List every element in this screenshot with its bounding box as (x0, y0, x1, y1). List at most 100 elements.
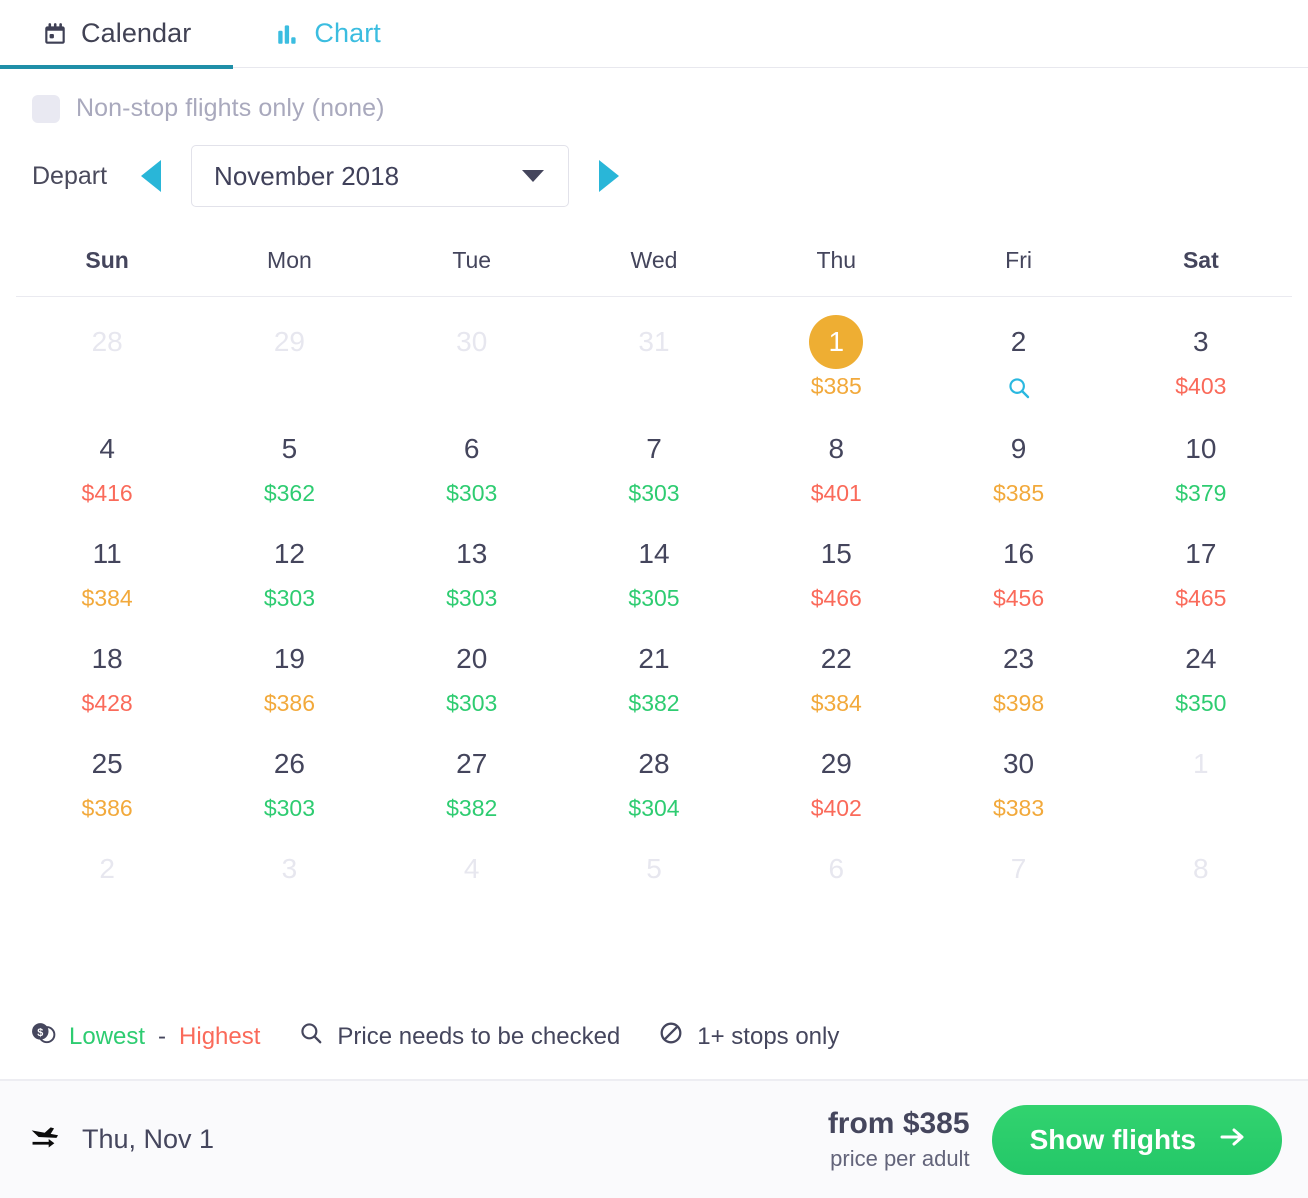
legend-stops: 1+ stops only (658, 1020, 839, 1053)
day-number: 8 (1193, 852, 1209, 884)
calendar-day-cell[interactable]: 8 $401 (745, 412, 927, 517)
search-icon[interactable] (1006, 375, 1032, 401)
day-price: $466 (810, 585, 862, 611)
day-number: 5 (646, 852, 662, 884)
legend-price-check: Price needs to be checked (298, 1020, 620, 1053)
day-price: $386 (263, 690, 315, 716)
calendar-day-cell[interactable]: 22 $384 (745, 622, 927, 727)
day-price: $303 (628, 480, 680, 506)
calendar-day-cell[interactable]: 13 $303 (381, 517, 563, 622)
calendar-day-cell[interactable]: 15 $466 (745, 517, 927, 622)
calendar-day-cell[interactable]: 30 $383 (927, 727, 1109, 832)
footer-cta-group: from $385 price per adult Show flights (828, 1104, 1282, 1175)
day-header-mon: Mon (267, 247, 312, 273)
calendar-week-row: 11 $384 12 $303 13 $303 14 $305 15 $466 16 $456 17 $4… (16, 517, 1292, 622)
calendar-day-cell[interactable]: 14 $305 (563, 517, 745, 622)
calendar-day-cell[interactable]: 23 $398 (927, 622, 1109, 727)
tab-chart-label: Chart (314, 18, 381, 48)
calendar-day-cell[interactable]: 26 $303 (198, 727, 380, 832)
day-number: 24 (1185, 642, 1217, 674)
day-price: $386 (81, 795, 133, 821)
day-number: 19 (273, 642, 305, 674)
calendar-day-cell[interactable]: 18 $428 (16, 622, 198, 727)
day-of-week-header: Sun Mon Tue Wed Thu Fri Sat (16, 207, 1292, 297)
calendar-day-cell[interactable]: 10 $379 (1110, 412, 1292, 517)
calendar-day-cell[interactable]: 11 $384 (16, 517, 198, 622)
coins-dollar-icon: $ (30, 1020, 56, 1053)
show-flights-label: Show flights (1029, 1123, 1196, 1155)
calendar-day-cell[interactable]: 12 $303 (198, 517, 380, 622)
view-tabs: Calendar Chart (0, 0, 1308, 69)
search-icon (298, 1020, 324, 1053)
day-price: $383 (992, 795, 1045, 821)
calendar-day-cell[interactable]: 5 $362 (198, 412, 380, 517)
day-price: $303 (446, 480, 498, 506)
day-number: 18 (91, 642, 123, 674)
footer-departure: Thu, Nov 1 (28, 1120, 214, 1159)
calendar-day-cell[interactable]: 20 $303 (381, 622, 563, 727)
day-number: 2 (99, 852, 115, 884)
legend-stops-label: 1+ stops only (697, 1022, 840, 1050)
calendar-day-cell-inactive: 4 (381, 832, 563, 937)
legend-price-check-label: Price needs to be checked (337, 1022, 621, 1050)
next-month-button[interactable] (591, 154, 627, 198)
calendar-day-cell[interactable]: 4 $416 (16, 412, 198, 517)
calendar-day-cell[interactable]: 6 $303 (381, 412, 563, 517)
day-number: 16 (1002, 537, 1035, 569)
calendar-grid: Sun Mon Tue Wed Thu Fri Sat 28 29 30 31 1 $385 2 3 $40… (0, 207, 1308, 1012)
day-number: 13 (456, 537, 488, 569)
day-number: 15 (820, 537, 852, 569)
day-number: 17 (1185, 537, 1217, 569)
day-number: 1 (1193, 747, 1209, 779)
day-price: $398 (992, 690, 1045, 716)
day-number: 29 (820, 747, 852, 779)
day-number: 31 (638, 325, 670, 357)
calendar-day-cell[interactable]: 27 $382 (381, 727, 563, 832)
day-number: 8 (828, 432, 845, 464)
calendar-day-cell-inactive: 3 (198, 832, 380, 937)
day-number: 12 (273, 537, 305, 569)
footer-price-block: from $385 price per adult (828, 1107, 970, 1172)
tab-calendar[interactable]: Calendar (0, 0, 234, 69)
prev-month-button[interactable] (133, 154, 169, 198)
day-number: 20 (456, 642, 488, 674)
month-select-value: November 2018 (214, 160, 400, 191)
calendar-day-cell[interactable]: 2 (927, 297, 1109, 412)
day-number: 7 (1010, 852, 1027, 884)
calendar-day-cell[interactable]: 24 $350 (1110, 622, 1292, 727)
tab-calendar-label: Calendar (81, 18, 192, 48)
day-number: 6 (463, 432, 480, 464)
calendar-day-cell-inactive: 30 (381, 297, 563, 412)
calendar-day-cell-inactive: 6 (745, 832, 927, 937)
day-header-wed: Wed (630, 247, 678, 273)
calendar-day-cell[interactable]: 19 $386 (198, 622, 380, 727)
chevron-down-icon (522, 170, 545, 182)
calendar-day-cell[interactable]: 25 $386 (16, 727, 198, 832)
show-flights-button[interactable]: Show flights (991, 1104, 1282, 1175)
calendar-day-cell-inactive: 29 (198, 297, 380, 412)
day-price: $416 (81, 480, 133, 506)
day-price: $385 (992, 480, 1045, 506)
calendar-day-cell[interactable]: 3 $403 (1110, 297, 1292, 412)
calendar-week-row: 4 $416 5 $362 6 $303 7 $303 8 $401 9 $385 10 $379 (16, 412, 1292, 517)
calendar-day-cell[interactable]: 7 $303 (563, 412, 745, 517)
day-price: $303 (263, 795, 315, 821)
day-number: 4 (99, 432, 115, 464)
nonstop-label: Non-stop flights only (none) (76, 94, 385, 122)
day-price: $303 (446, 585, 498, 611)
calendar-day-cell[interactable]: 21 $382 (563, 622, 745, 727)
calendar-day-cell[interactable]: 16 $456 (927, 517, 1109, 622)
legend-dash: - (158, 1022, 167, 1050)
calendar-day-cell[interactable]: 29 $402 (745, 727, 927, 832)
calendar-day-cell[interactable]: 9 $385 (927, 412, 1109, 517)
nonstop-checkbox[interactable] (32, 94, 60, 123)
calendar-week-row: 28 29 30 31 1 $385 2 3 $403 (16, 297, 1292, 412)
calendar-day-cell[interactable]: 17 $465 (1110, 517, 1292, 622)
day-number: 11 (92, 537, 122, 569)
month-select[interactable]: November 2018 (191, 145, 570, 207)
calendar-day-cell[interactable]: 28 $304 (563, 727, 745, 832)
nonstop-filter-row: Non-stop flights only (none) (0, 68, 1308, 127)
day-price: $402 (810, 795, 862, 821)
calendar-day-cell[interactable]: 1 $385 (745, 297, 927, 412)
tab-chart[interactable]: Chart (233, 0, 423, 68)
